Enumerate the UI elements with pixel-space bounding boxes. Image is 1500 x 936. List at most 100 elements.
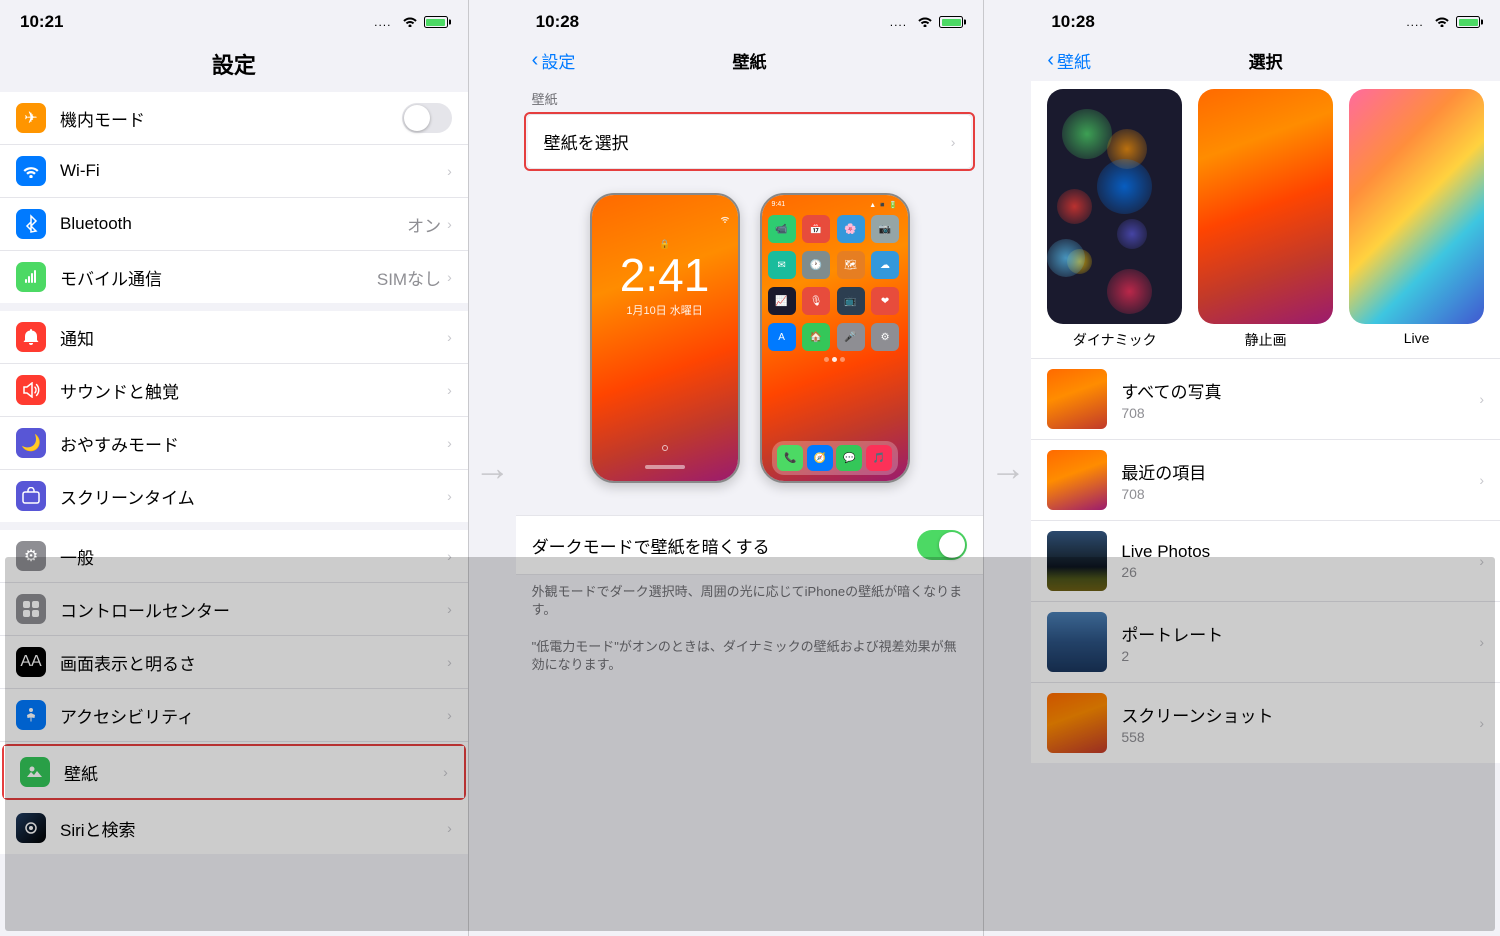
all-photos-thumb [1047, 369, 1107, 429]
status-time-1: 10:21 [20, 12, 63, 32]
home-screen: 9:41 ▲ ◾ 🔋 📹 📅 🌸 📷 ✉ 🕐 🗺 ☁ 📈 [762, 195, 908, 481]
status-icons-3: .... [1406, 15, 1480, 30]
app-home: 🏠 [802, 323, 830, 351]
dark-mode-toggle[interactable] [917, 530, 967, 560]
dynamic-thumb-img [1047, 89, 1182, 324]
static-thumb-img [1198, 89, 1333, 324]
photo-category-portrait[interactable]: ポートレート 2 › [1031, 602, 1500, 683]
selection-back-button[interactable]: ‹ 壁紙 [1047, 48, 1091, 73]
app-grid-3: 📈 🎙 📺 ❤ [766, 285, 904, 317]
wallpaper-type-static[interactable]: 静止画 [1194, 89, 1337, 350]
wifi-icon [402, 15, 418, 30]
signal-icon: .... [374, 15, 396, 29]
all-photos-count: 708 [1121, 405, 1479, 421]
app-facetime: 📹 [768, 215, 796, 243]
mobile-label: モバイル通信 [60, 265, 377, 290]
signal-icon-3: .... [1406, 15, 1428, 29]
app-weather: ☁ [871, 251, 899, 279]
lock-bottom-indicator [592, 465, 738, 469]
bokeh-purple [1117, 219, 1147, 249]
app-mail: ✉ [768, 251, 796, 279]
selection-nav-title: 選択 [1249, 48, 1283, 73]
settings-item-bluetooth[interactable]: Bluetooth オン › [0, 198, 468, 251]
dot-3 [840, 357, 845, 362]
sounds-chevron: › [447, 382, 452, 398]
settings-item-airplane[interactable]: ✈ 機内モード [0, 92, 468, 145]
photo-category-recent[interactable]: 最近の項目 708 › [1031, 440, 1500, 521]
selection-back-label: 壁紙 [1057, 48, 1091, 73]
status-bar-3: 10:28 .... [1031, 0, 1500, 40]
donotdisturb-label: おやすみモード [60, 431, 447, 456]
lock-notch [662, 445, 668, 451]
recent-info: 最近の項目 708 [1121, 459, 1479, 502]
settings-item-donotdisturb[interactable]: 🌙 おやすみモード › [0, 417, 468, 470]
airplane-icon: ✈ [16, 103, 46, 133]
dock-messages: 💬 [836, 445, 862, 471]
recent-thumb [1047, 450, 1107, 510]
app-grid-2: ✉ 🕐 🗺 ☁ [766, 249, 904, 281]
app-stocks: 📈 [768, 287, 796, 315]
settings-item-mobile[interactable]: モバイル通信 SIMなし › [0, 251, 468, 303]
wallpaper-back-button[interactable]: ‹ 設定 [532, 48, 576, 73]
wifi-chevron: › [447, 163, 452, 179]
notifications-label: 通知 [60, 325, 447, 350]
static-thumb-content [1198, 89, 1333, 324]
photo-category-all[interactable]: すべての写真 708 › [1031, 359, 1500, 440]
bluetooth-chevron: › [447, 216, 452, 232]
bokeh-red [1057, 189, 1092, 224]
bluetooth-value: オン [407, 212, 441, 237]
mobile-chevron: › [447, 269, 452, 285]
settings-item-notifications[interactable]: 通知 › [0, 311, 468, 364]
donotdisturb-icon: 🌙 [16, 428, 46, 458]
arrow-2: → [984, 0, 1031, 936]
mobile-icon [16, 262, 46, 292]
wallpaper-type-dynamic[interactable]: ダイナミック [1043, 89, 1186, 350]
home-screen-preview: 9:41 ▲ ◾ 🔋 📹 📅 🌸 📷 ✉ 🕐 🗺 ☁ 📈 [760, 193, 910, 483]
arrow-1: → [469, 0, 516, 936]
live-label: Live [1404, 330, 1430, 346]
wifi-icon-3 [1434, 15, 1450, 30]
airplane-toggle[interactable] [402, 103, 452, 133]
screentime-label: スクリーンタイム [60, 484, 447, 509]
wallpaper-type-grid: ダイナミック 静止画 Live [1031, 81, 1500, 359]
dot-1 [824, 357, 829, 362]
all-photos-thumb-img [1047, 369, 1107, 429]
app-settings-small: ⚙ [871, 323, 899, 351]
home-status-icons: ▲ ◾ 🔋 [869, 201, 897, 209]
settings-item-screentime[interactable]: スクリーンタイム › [0, 470, 468, 522]
screentime-chevron: › [447, 488, 452, 504]
app-calendar: 📅 [802, 215, 830, 243]
app-voice-memo: 🎤 [837, 323, 865, 351]
dock: 📞 🧭 💬 🎵 [772, 441, 898, 475]
portrait-thumb [1047, 612, 1107, 672]
battery-icon-1 [424, 16, 448, 28]
app-camera: 📷 [871, 215, 899, 243]
battery-icon-2 [939, 16, 963, 28]
wallpaper-type-live[interactable]: Live [1345, 89, 1488, 350]
dark-mode-label: ダークモードで壁紙を暗くする [532, 533, 918, 558]
recent-chevron: › [1479, 472, 1484, 488]
toggle-knob [404, 105, 430, 131]
selection-panel: 10:28 .... ‹ 壁紙 選択 [1031, 0, 1500, 936]
select-wallpaper-row[interactable]: 壁紙を選択 › [528, 114, 972, 169]
selection-nav-bar: ‹ 壁紙 選択 [1031, 40, 1500, 81]
status-time-3: 10:28 [1051, 12, 1094, 32]
home-status: 9:41 ▲ ◾ 🔋 [766, 201, 904, 209]
portrait-thumb-img [1047, 612, 1107, 672]
arrow-icon-2: → [990, 447, 1026, 489]
bokeh-cyan [1047, 239, 1085, 277]
phone-wifi-small [720, 215, 730, 225]
arrow-icon-1: → [474, 447, 510, 489]
dock-music: 🎵 [866, 445, 892, 471]
lock-screen-preview: 🔒 2:41 1月10日 水曜日 [590, 193, 740, 483]
lock-screen-content: 🔒 2:41 1月10日 水曜日 [620, 239, 710, 318]
settings-item-sounds[interactable]: サウンドと触覚 › [0, 364, 468, 417]
dynamic-thumb-content [1047, 89, 1182, 324]
dock-safari: 🧭 [807, 445, 833, 471]
bluetooth-label: Bluetooth [60, 214, 407, 234]
phone-status-top [720, 215, 738, 225]
home-time-small: 9:41 [772, 201, 786, 209]
settings-item-wifi[interactable]: Wi-Fi › [0, 145, 468, 198]
photo-categories-list: すべての写真 708 › 最近の項目 708 › [1031, 359, 1500, 763]
sounds-icon [16, 375, 46, 405]
